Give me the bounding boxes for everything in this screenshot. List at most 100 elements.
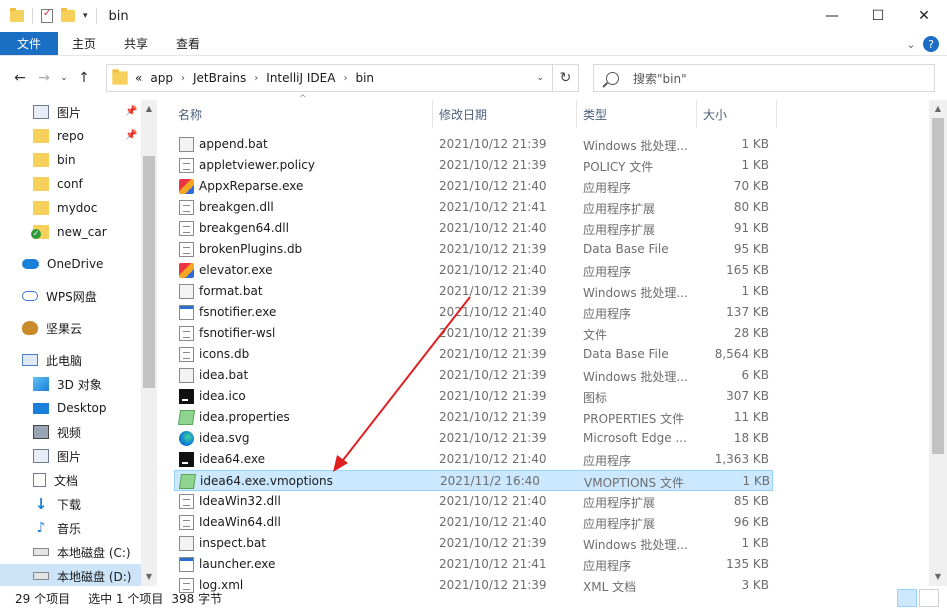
tab-share[interactable]: 共享 <box>110 32 162 55</box>
nav-item-downloads[interactable]: ↓ 下载 <box>33 492 81 516</box>
drive-c-icon <box>33 548 49 556</box>
breadcrumb-jetbrains[interactable]: JetBrains <box>193 71 246 85</box>
nav-item-pictures-quick[interactable]: 图片 <box>33 100 81 124</box>
file-row[interactable]: idea64.exe.vmoptions 2021/11/2 16:40 VMOPT… <box>174 470 773 491</box>
pin-icon[interactable]: 📌 <box>125 106 137 117</box>
breadcrumb-app[interactable]: app <box>150 71 173 85</box>
scrollbar-thumb[interactable] <box>143 156 155 388</box>
column-header-size[interactable]: 大小 <box>703 100 776 128</box>
file-type: PROPERTIES 文件 <box>583 412 685 426</box>
nav-item-music[interactable]: ♪ 音乐 <box>33 516 81 540</box>
nav-item-drive-c[interactable]: 本地磁盘 (C:) <box>33 540 131 564</box>
nav-item-desktop[interactable]: Desktop <box>33 396 107 420</box>
nav-pane-scrollbar[interactable]: ▲ ▼ <box>141 100 157 586</box>
file-row[interactable]: format.bat 2021/10/12 21:39 Windows 批处理...… <box>174 281 773 302</box>
nav-item-onedrive[interactable]: OneDrive <box>22 252 103 276</box>
maximize-button[interactable]: ☐ <box>855 0 901 32</box>
tab-view[interactable]: 查看 <box>162 32 214 55</box>
computer-icon <box>22 354 38 366</box>
address-bar[interactable]: « app › JetBrains › IntelliJ IDEA › bin … <box>106 64 553 92</box>
column-divider[interactable] <box>576 100 577 128</box>
file-row[interactable]: append.bat 2021/10/12 21:39 Windows 批处理...… <box>174 134 773 155</box>
refresh-icon[interactable]: ↻ <box>553 64 579 92</box>
file-row[interactable]: brokenPlugins.db 2021/10/12 21:39 Data Bas… <box>174 239 773 260</box>
column-divider[interactable] <box>696 100 697 128</box>
file-name: fsnotifier.exe <box>199 305 277 319</box>
nav-item-new-car[interactable]: ✓ new_car <box>31 220 107 244</box>
file-row[interactable]: breakgen64.dll 2021/10/12 21:40 应用程序扩展 91 K… <box>174 218 773 239</box>
file-size: 1 KB <box>741 284 769 298</box>
file-type: 应用程序 <box>583 307 632 321</box>
minimize-button[interactable]: — <box>809 0 855 32</box>
new-folder-icon[interactable] <box>61 8 75 22</box>
nav-item-3d-objects[interactable]: 3D 对象 <box>33 372 102 396</box>
scroll-up-icon[interactable]: ▲ <box>141 104 157 113</box>
nav-item-pictures[interactable]: 图片 <box>33 444 81 468</box>
file-row[interactable]: breakgen.dll 2021/10/12 21:41 应用程序扩展 80 KB <box>174 197 773 218</box>
up-arrow-icon[interactable]: ↑ <box>72 70 96 86</box>
column-header-date[interactable]: 修改日期 <box>439 100 576 128</box>
breadcrumb-separator-icon[interactable]: › <box>343 73 347 84</box>
nav-item-repo[interactable]: repo <box>33 124 84 148</box>
search-input[interactable]: 搜索"bin" <box>633 70 687 87</box>
nav-item-bin[interactable]: bin <box>33 148 76 172</box>
file-date: 2021/10/12 21:40 <box>439 515 547 529</box>
breadcrumb-bin[interactable]: bin <box>355 71 374 85</box>
properties-icon[interactable] <box>41 8 53 23</box>
column-header-type[interactable]: 类型 <box>583 100 696 128</box>
file-row[interactable]: IdeaWin32.dll 2021/10/12 21:40 应用程序扩展 85 KB <box>174 491 773 512</box>
file-row[interactable]: inspect.bat 2021/10/12 21:39 Windows 批处理..… <box>174 533 773 554</box>
scroll-down-icon[interactable]: ▼ <box>141 572 157 581</box>
wps-cloud-icon <box>22 291 38 301</box>
breadcrumb-intellij[interactable]: IntelliJ IDEA <box>266 71 335 85</box>
file-row[interactable]: icons.db 2021/10/12 21:39 Data Base File 8,… <box>174 344 773 365</box>
large-icons-view-icon[interactable] <box>919 589 939 607</box>
details-view-icon[interactable] <box>897 589 917 607</box>
file-row[interactable]: idea.bat 2021/10/12 21:39 Windows 批处理... 6 … <box>174 365 773 386</box>
nav-item-jianguoyun[interactable]: 坚果云 <box>22 316 82 340</box>
tab-home[interactable]: 主页 <box>58 32 110 55</box>
nav-item-videos[interactable]: 视频 <box>33 420 81 444</box>
nav-item-wps[interactable]: WPS网盘 <box>22 284 97 308</box>
help-icon[interactable]: ? <box>923 36 939 52</box>
recent-locations-chevron-icon[interactable]: ⌄ <box>56 73 72 83</box>
nav-item-drive-d[interactable]: 本地磁盘 (D:) <box>0 564 141 586</box>
expand-ribbon-chevron-icon[interactable]: ⌄ <box>899 38 923 51</box>
file-row[interactable]: elevator.exe 2021/10/12 21:40 应用程序 165 KB <box>174 260 773 281</box>
file-list-scrollbar[interactable]: ▲ ▼ <box>929 100 947 586</box>
file-date: 2021/10/12 21:40 <box>439 305 547 319</box>
file-row[interactable]: idea64.exe 2021/10/12 21:40 应用程序 1,363 KB <box>174 449 773 470</box>
breadcrumb-overflow[interactable]: « <box>135 71 142 85</box>
file-row[interactable]: appletviewer.policy 2021/10/12 21:39 POLIC… <box>174 155 773 176</box>
back-arrow-icon[interactable]: ← <box>8 70 32 86</box>
breadcrumb-separator-icon[interactable]: › <box>254 73 258 84</box>
nav-item-this-pc[interactable]: 此电脑 <box>22 348 82 372</box>
view-buttons <box>897 589 939 607</box>
breadcrumb-separator-icon[interactable]: › <box>181 73 185 84</box>
file-row[interactable]: AppxReparse.exe 2021/10/12 21:40 应用程序 70 KB <box>174 176 773 197</box>
forward-arrow-icon[interactable]: → <box>32 70 56 86</box>
scroll-down-icon[interactable]: ▼ <box>929 572 947 581</box>
file-row[interactable]: fsnotifier.exe 2021/10/12 21:40 应用程序 137 KB <box>174 302 773 323</box>
scrollbar-thumb[interactable] <box>932 118 944 454</box>
file-row[interactable]: idea.ico 2021/10/12 21:39 图标 307 KB <box>174 386 773 407</box>
nav-item-mydoc[interactable]: mydoc <box>33 196 97 220</box>
pin-icon[interactable]: 📌 <box>125 130 137 141</box>
column-divider[interactable] <box>432 100 433 128</box>
file-row[interactable]: IdeaWin64.dll 2021/10/12 21:40 应用程序扩展 96 KB <box>174 512 773 533</box>
close-button[interactable]: ✕ <box>901 0 947 32</box>
nav-item-conf[interactable]: conf <box>33 172 83 196</box>
file-row[interactable]: fsnotifier-wsl 2021/10/12 21:39 文件 28 KB <box>174 323 773 344</box>
file-row[interactable]: idea.svg 2021/10/12 21:39 Microsoft Edge .… <box>174 428 773 449</box>
address-history-chevron-icon[interactable]: ⌄ <box>536 73 544 83</box>
scroll-up-icon[interactable]: ▲ <box>929 104 947 113</box>
column-header-name[interactable]: 名称 ^ <box>178 94 432 128</box>
customize-toolbar-chevron-icon[interactable]: ▾ <box>83 11 88 21</box>
column-divider[interactable] <box>776 100 777 128</box>
file-row[interactable]: idea.properties 2021/10/12 21:39 PROPERTIE… <box>174 407 773 428</box>
navigation-pane: 图片 📌 repo 📌 bin conf mydoc ✓ new_car OneD… <box>0 100 157 586</box>
search-box[interactable]: 搜索"bin" <box>593 64 935 92</box>
nav-item-documents[interactable]: 文档 <box>33 468 78 492</box>
file-row[interactable]: launcher.exe 2021/10/12 21:41 应用程序 135 KB <box>174 554 773 575</box>
tab-file[interactable]: 文件 <box>0 32 58 55</box>
